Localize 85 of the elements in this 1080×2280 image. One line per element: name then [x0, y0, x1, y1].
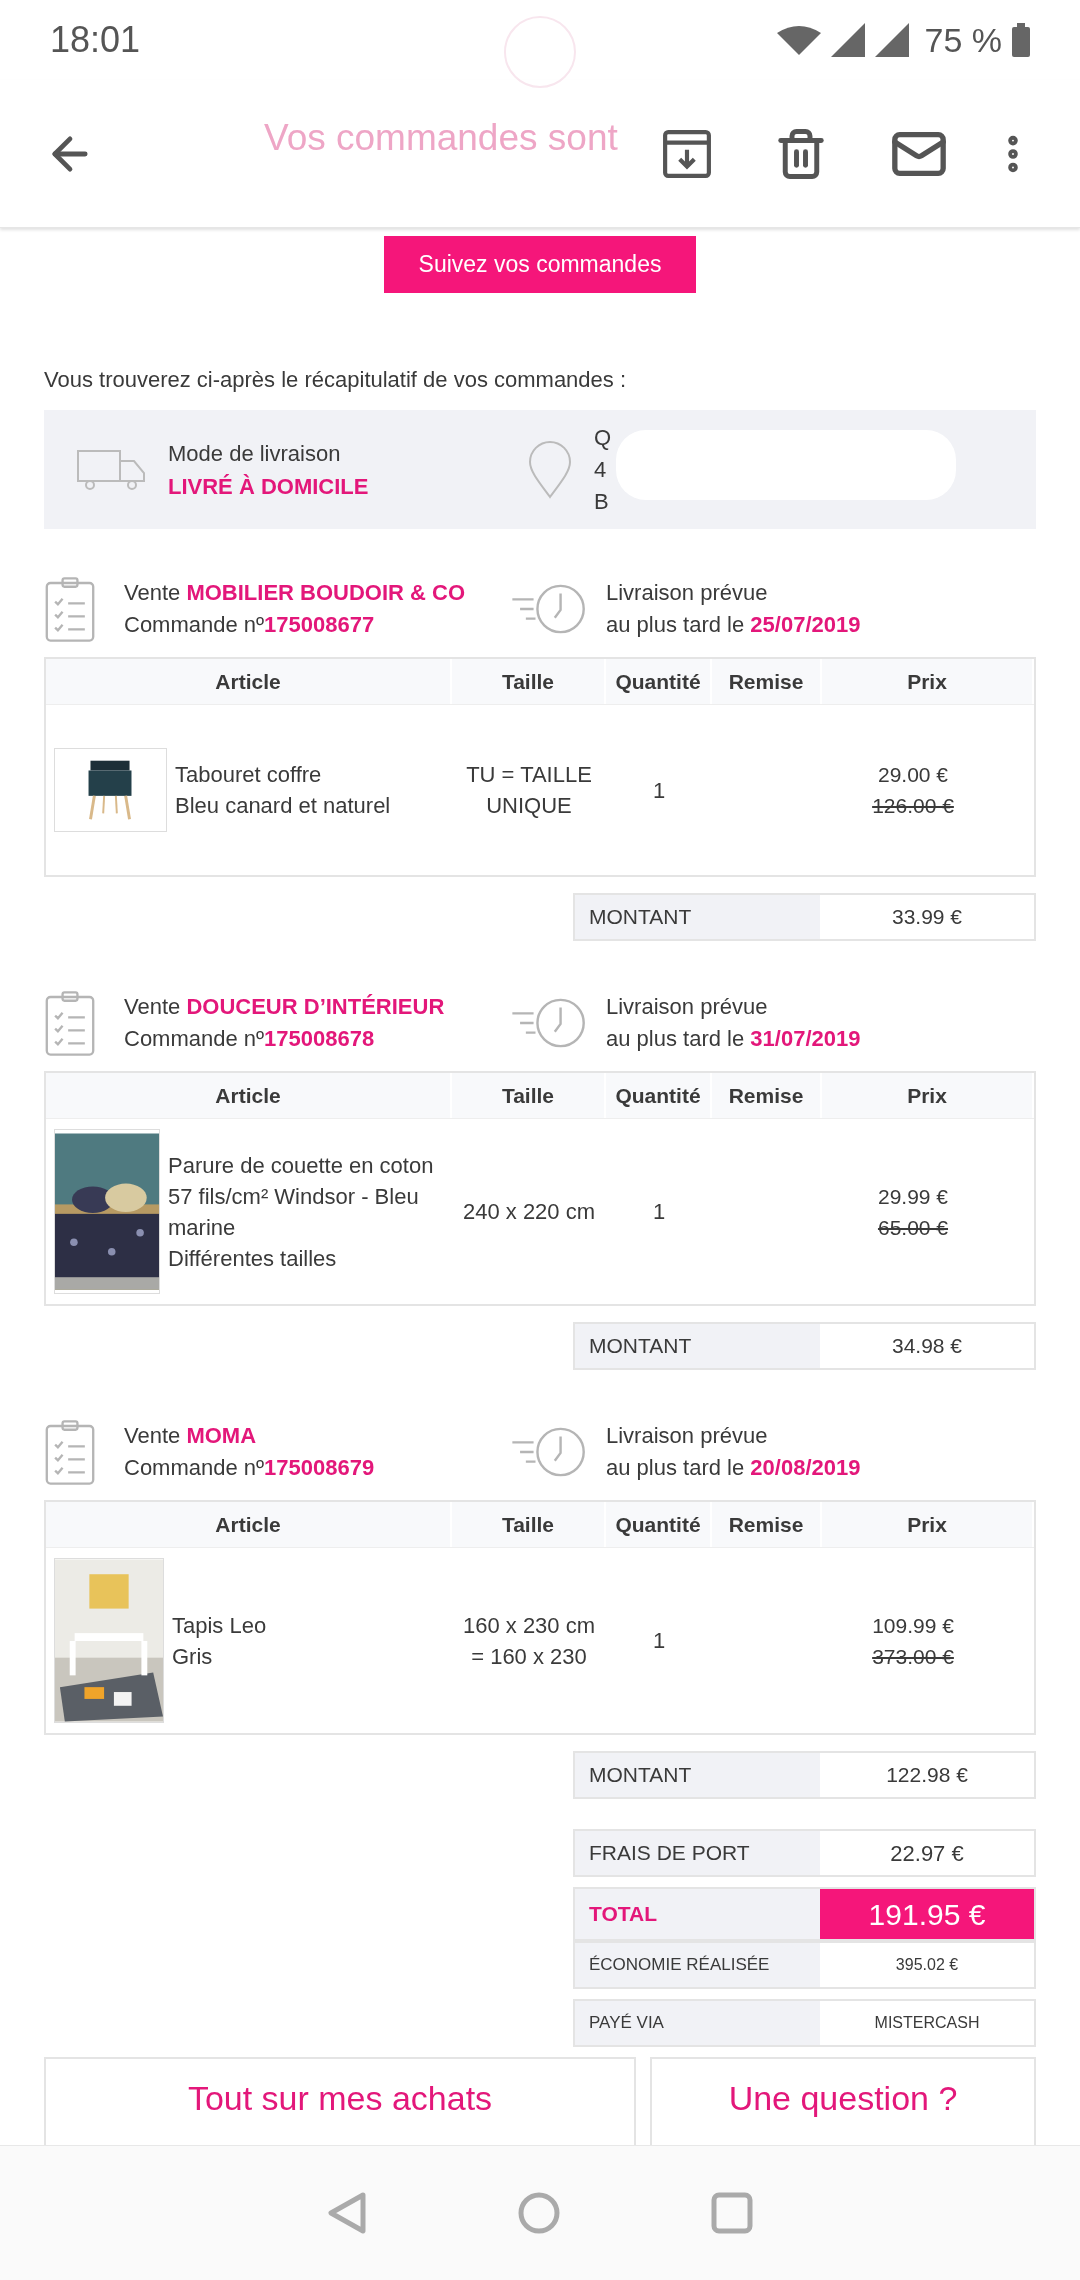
delivery-date-line: au plus tard le 20/08/2019: [606, 1454, 861, 1482]
order-number-line: Commande nº175008679: [124, 1454, 375, 1482]
summary-label: MONTANT: [575, 1324, 820, 1368]
column-header: Remise: [712, 1502, 822, 1547]
item-size: TU = TAILLE UNIQUE: [465, 761, 593, 820]
card-title: Une question ?: [727, 2078, 959, 2119]
item-name: Tapis Leo: [172, 1611, 267, 1640]
column-header: Taille: [452, 659, 606, 704]
clock-icon: [510, 582, 588, 636]
item-size: 240 x 220 cm: [462, 1198, 596, 1226]
column-header: Quantité: [606, 659, 712, 704]
battery-icon: [1012, 23, 1030, 57]
column-header: Taille: [452, 1502, 606, 1547]
summary-value: 191.95 €: [820, 1889, 1034, 1939]
summary-label: MONTANT: [575, 895, 820, 939]
summary-value: 22.97 €: [889, 1839, 965, 1868]
item-price: 109.99 €: [872, 1612, 954, 1639]
summary-label: TOTAL: [575, 1889, 820, 1939]
column-header: Prix: [822, 1502, 1034, 1547]
item-old-price: 126.00 €: [872, 793, 954, 819]
column-header: Remise: [712, 1073, 822, 1118]
item-old-price: 373.00 €: [872, 1643, 954, 1670]
logo-circle-icon: [503, 15, 577, 89]
item-name: Parure de couette en coton 57 fils/cm² Windsor - Bleu marine: [168, 1151, 435, 1242]
item-price: 29.99 €: [877, 1183, 949, 1210]
column-header: Quantité: [606, 1502, 712, 1547]
column-header: Prix: [822, 659, 1034, 704]
clipboard-icon: [44, 989, 96, 1057]
clipboard-icon: [44, 1418, 96, 1486]
signal-icon: [830, 23, 865, 57]
delivery-estimate-label: Livraison prévue: [606, 1422, 769, 1450]
summary-label: ÉCONOMIE RÉALISÉE: [575, 1943, 820, 1987]
address-line: Q: [594, 423, 612, 452]
track-orders-button[interactable]: Suivez vos commandes: [384, 236, 696, 293]
clock-icon: [510, 996, 588, 1050]
delivery-mode: LIVRÉ À DOMICILE: [168, 472, 370, 501]
summary-label: PAYÉ VIA: [575, 2001, 820, 2045]
intro-text: Vous trouverez ci-après le récapitulatif de vos commandes :: [44, 366, 628, 394]
clipboard-icon: [44, 575, 96, 643]
column-header: Quantité: [606, 1073, 712, 1118]
summary-value: 33.99 €: [890, 904, 964, 931]
address-line: 4: [594, 455, 608, 484]
item-size: 160 x 230 cm = 160 x 230: [461, 1611, 597, 1671]
column-header: Article: [46, 659, 452, 704]
order-number-line: Commande nº175008678: [124, 1025, 376, 1053]
vendor-line: Vente MOBILIER BOUDOIR & CO: [124, 579, 466, 607]
item-variant: Gris: [172, 1642, 214, 1671]
status-time: 18:01: [50, 18, 141, 62]
item-quantity: 1: [652, 1198, 666, 1226]
column-header: Remise: [712, 659, 822, 704]
summary-label: FRAIS DE PORT: [575, 1831, 820, 1875]
delivery-date-line: au plus tard le 25/07/2019: [606, 611, 861, 639]
map-pin-icon: [528, 440, 572, 499]
address-line: B: [594, 487, 610, 516]
vendor-line: Vente MOMA: [124, 1422, 258, 1450]
summary-label: MONTANT: [575, 1753, 820, 1797]
card-title: Tout sur mes achats: [186, 2078, 494, 2119]
item-old-price: 65.00 €: [877, 1214, 949, 1241]
summary-value: 395.02 €: [894, 1955, 960, 1975]
order-number-line: Commande nº175008677: [124, 611, 376, 639]
item-variant: Différentes tailles: [168, 1244, 338, 1273]
delivery-date-line: au plus tard le 31/07/2019: [606, 1025, 861, 1053]
summary-value: MISTERCASH: [873, 2013, 981, 2033]
item-price: 29.00 €: [877, 762, 949, 788]
page-title: Vos commandes sont: [264, 116, 618, 160]
truck-icon: [76, 448, 146, 491]
item-name: Tabouret coffre: [175, 761, 323, 789]
item-quantity: 1: [652, 776, 666, 805]
clock-icon: [510, 1425, 588, 1479]
wifi-icon: [776, 25, 821, 55]
column-header: Article: [46, 1073, 452, 1118]
item-quantity: 1: [652, 1627, 666, 1655]
item-variant: Bleu canard et naturel: [175, 792, 391, 820]
column-header: Prix: [822, 1073, 1034, 1118]
vendor-line: Vente DOUCEUR D’INTÉRIEUR: [124, 993, 445, 1021]
summary-value: 34.98 €: [890, 1333, 964, 1360]
archive-icon[interactable]: [662, 128, 712, 179]
summary-value: 122.98 €: [885, 1762, 969, 1789]
column-header: Taille: [452, 1073, 606, 1118]
delivery-estimate-label: Livraison prévue: [606, 993, 769, 1021]
column-header: Article: [46, 1502, 452, 1547]
signal-icon: [874, 23, 909, 57]
delivery-label: Mode de livraison: [168, 439, 342, 468]
delivery-estimate-label: Livraison prévue: [606, 579, 769, 607]
battery-percent: 75 %: [924, 19, 1002, 61]
